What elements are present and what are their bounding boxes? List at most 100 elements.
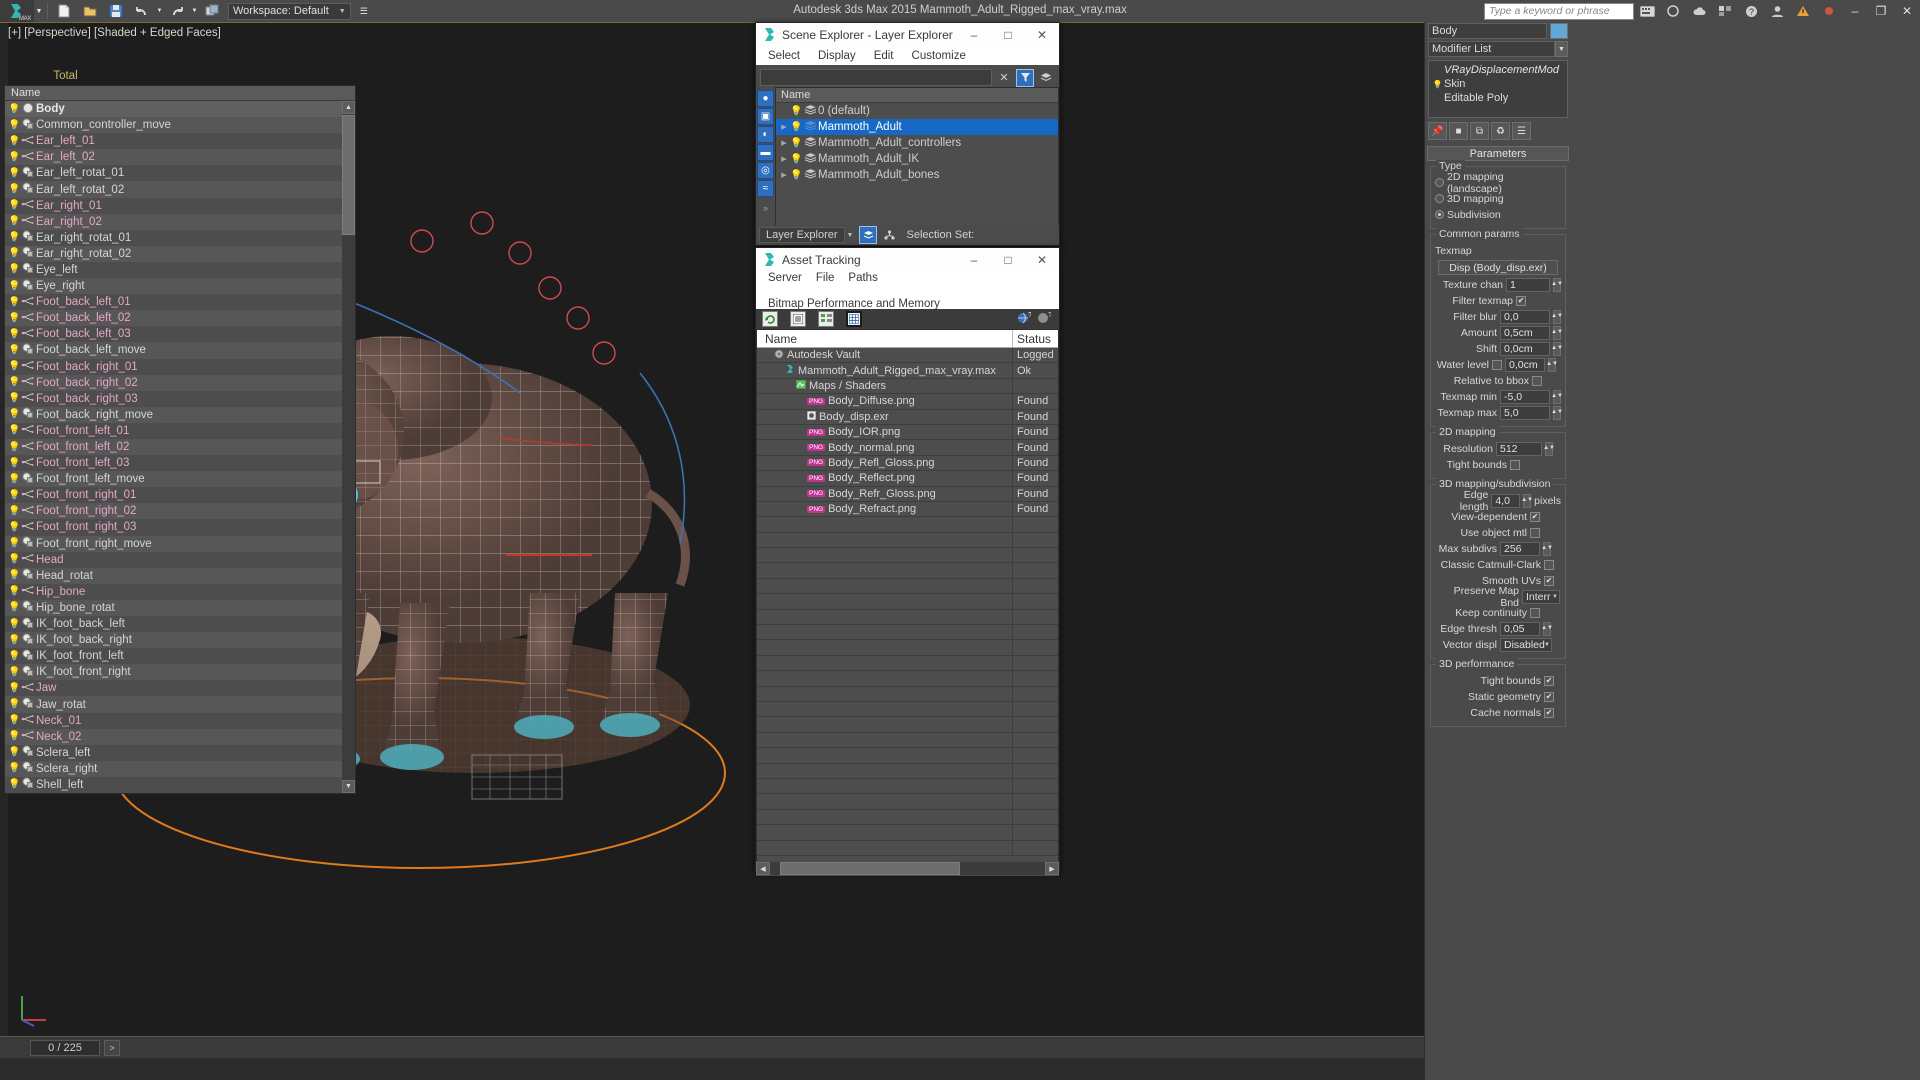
parameters-rollout[interactable]: Parameters Type 2D mapping (landscape) 3…: [1427, 146, 1569, 727]
select-from-scene-row[interactable]: 💡 Foot_front_left_move: [5, 471, 355, 488]
asset-row[interactable]: PNG Body_Refract.png Found: [757, 501, 1058, 518]
keyboard-shortcut-icon[interactable]: [1634, 1, 1660, 21]
edge-length-value[interactable]: 4,0: [1491, 493, 1521, 508]
more-filters-icon[interactable]: »: [756, 203, 775, 213]
texture-chan-value[interactable]: 1: [1506, 277, 1550, 292]
select-from-scene-row[interactable]: 💡 Neck_02: [5, 728, 355, 745]
filter-funnel-icon[interactable]: [1016, 68, 1034, 87]
texmap-button[interactable]: Disp (Body_disp.exr): [1438, 260, 1558, 275]
scene-explorer-minimize[interactable]: –: [957, 23, 991, 46]
light-bulb-icon[interactable]: 💡: [8, 313, 20, 324]
filter-spacewarps-icon[interactable]: ≈: [757, 180, 774, 197]
asset-row[interactable]: PNG Body_Refr_Gloss.png Found: [757, 486, 1058, 502]
light-bulb-icon[interactable]: 💡: [8, 184, 20, 195]
layer-stack-icon[interactable]: [1037, 69, 1055, 87]
sfs-vertical-scrollbar[interactable]: ▲ ▼: [342, 101, 355, 793]
light-bulb-icon[interactable]: 💡: [8, 490, 20, 501]
light-bulb-icon[interactable]: 💡: [8, 361, 20, 372]
select-from-scene-row[interactable]: 💡 Ear_right_rotat_01: [5, 229, 355, 246]
close-button[interactable]: ✕: [1894, 0, 1920, 22]
modifier-stack-item-skin[interactable]: 💡 Skin: [1429, 77, 1567, 91]
hierarchy-toggle-icon[interactable]: [880, 226, 898, 244]
light-bulb-icon[interactable]: 💡: [8, 619, 20, 630]
select-from-scene-row[interactable]: 💡 Foot_front_right_move: [5, 535, 355, 552]
light-bulb-icon[interactable]: 💡: [790, 122, 803, 133]
select-from-scene-row[interactable]: 💡 Foot_front_right_03: [5, 519, 355, 536]
light-bulb-icon[interactable]: 💡: [1431, 80, 1444, 89]
spinner-icon[interactable]: ▲▼: [1543, 441, 1555, 456]
next-frame-button[interactable]: >: [104, 1039, 120, 1056]
refresh-icon[interactable]: [762, 311, 778, 327]
light-bulb-icon[interactable]: 💡: [8, 345, 20, 356]
light-bulb-icon[interactable]: 💡: [8, 232, 20, 243]
light-bulb-icon[interactable]: 💡: [8, 442, 20, 453]
filter-blur-value[interactable]: 0,0: [1500, 309, 1550, 324]
filter-shapes-icon[interactable]: ▣: [757, 108, 774, 125]
modifier-stack-item-editable-poly[interactable]: Editable Poly: [1429, 91, 1567, 105]
light-bulb-icon[interactable]: 💡: [8, 763, 20, 774]
select-from-scene-row[interactable]: 💡 Hip_bone: [5, 583, 355, 600]
vector-displ-dropdown[interactable]: Disabled ▼: [1500, 637, 1552, 652]
cache-normals-checkbox[interactable]: [1544, 707, 1554, 718]
select-from-scene-row[interactable]: 💡Shell_right: [5, 793, 355, 794]
light-bulb-icon[interactable]: 💡: [8, 393, 20, 404]
expand-arrow-icon[interactable]: ▶: [778, 139, 790, 147]
radio-icon[interactable]: [1435, 210, 1444, 219]
use-object-mtl-checkbox[interactable]: [1530, 527, 1540, 538]
select-link-icon[interactable]: [199, 1, 225, 21]
light-bulb-icon[interactable]: 💡: [8, 264, 20, 275]
clear-filter-icon[interactable]: ✕: [995, 69, 1013, 87]
select-from-scene-row[interactable]: 💡 Foot_front_right_02: [5, 503, 355, 520]
asset-row[interactable]: PNG Body_Refl_Gloss.png Found: [757, 455, 1058, 472]
select-from-scene-row[interactable]: 💡 Ear_right_01: [5, 197, 355, 214]
tree-view-icon[interactable]: [818, 311, 834, 327]
new-file-icon[interactable]: [51, 1, 77, 21]
spinner-icon[interactable]: ▲▼: [1551, 405, 1563, 420]
light-bulb-icon[interactable]: 💡: [8, 667, 20, 678]
light-bulb-icon[interactable]: 💡: [8, 425, 20, 436]
scroll-left-icon[interactable]: ◀: [756, 862, 770, 875]
radio-icon[interactable]: [1435, 178, 1444, 187]
filter-texmap-checkbox[interactable]: [1516, 295, 1526, 306]
redo-icon[interactable]: [164, 1, 190, 21]
grid-view-icon[interactable]: [846, 311, 862, 327]
light-bulb-icon[interactable]: 💡: [8, 538, 20, 549]
select-from-scene-row[interactable]: 💡 Eye_right: [5, 278, 355, 295]
light-bulb-icon[interactable]: 💡: [8, 586, 20, 597]
save-file-icon[interactable]: [103, 1, 129, 21]
light-bulb-icon[interactable]: 💡: [8, 474, 20, 485]
asset-tracking-minimize[interactable]: –: [957, 248, 991, 271]
asset-tracking-maximize[interactable]: □: [991, 248, 1025, 271]
shift-value[interactable]: 0,0cm: [1500, 341, 1550, 356]
select-from-scene-row[interactable]: 💡 IK_foot_front_left: [5, 648, 355, 665]
select-from-scene-row[interactable]: 💡 Foot_back_right_02: [5, 374, 355, 391]
scene-explorer-menu-customize[interactable]: Customize: [912, 50, 966, 62]
select-from-scene-row[interactable]: 💡 Foot_back_left_01: [5, 294, 355, 311]
expand-arrow-icon[interactable]: ▶: [778, 123, 790, 131]
help-question-icon[interactable]: ?: [1037, 311, 1052, 328]
modifier-list-dropdown[interactable]: Modifier List: [1428, 41, 1555, 57]
select-from-scene-row[interactable]: 💡 Shell_left: [5, 776, 355, 793]
open-file-icon[interactable]: [77, 1, 103, 21]
asset-scroll-thumb[interactable]: [780, 862, 960, 875]
light-bulb-icon[interactable]: 💡: [8, 216, 20, 227]
select-from-scene-row[interactable]: 💡 Jaw: [5, 680, 355, 697]
warning-icon[interactable]: [1790, 1, 1816, 21]
light-bulb-icon[interactable]: 💡: [790, 170, 803, 181]
pin-stack-icon[interactable]: 📌: [1428, 122, 1447, 140]
redo-dropdown-icon[interactable]: ▼: [190, 1, 199, 21]
light-bulb-icon[interactable]: 💡: [8, 458, 20, 469]
scroll-up-icon[interactable]: ▲: [342, 101, 355, 114]
dropdown-arrow-icon[interactable]: ▼: [34, 1, 44, 21]
remove-modifier-icon[interactable]: ♻: [1491, 122, 1510, 140]
select-from-scene-row[interactable]: 💡 Sclera_right: [5, 760, 355, 777]
texmap-max-value[interactable]: 5,0: [1500, 405, 1550, 420]
light-bulb-icon[interactable]: 💡: [790, 154, 803, 165]
light-bulb-icon[interactable]: 💡: [8, 779, 20, 790]
select-from-scene-row[interactable]: 💡 IK_foot_back_left: [5, 616, 355, 633]
select-from-scene-row[interactable]: 💡 Head_rotat: [5, 567, 355, 584]
asset-row[interactable]: Maps / Shaders: [757, 378, 1058, 395]
help-globe-icon[interactable]: ?: [1017, 311, 1032, 328]
select-from-scene-row[interactable]: 💡 Neck_01: [5, 712, 355, 729]
asset-row[interactable]: Body_disp.exr Found: [757, 409, 1058, 425]
